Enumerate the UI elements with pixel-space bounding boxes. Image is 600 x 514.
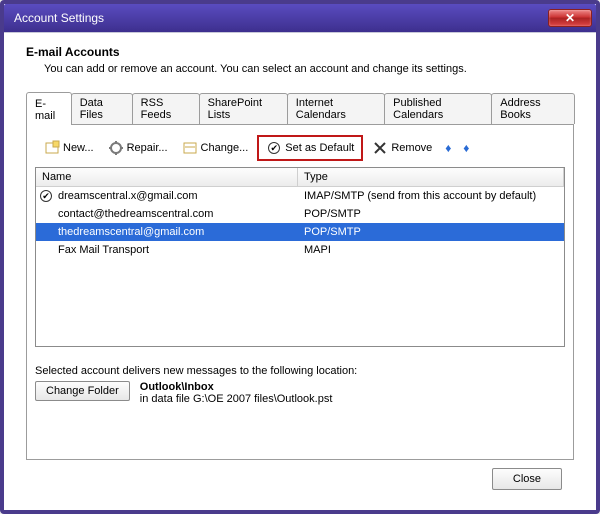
- remove-icon: [372, 140, 388, 156]
- change-label: Change...: [201, 142, 249, 154]
- delivery-label: Selected account delivers new messages t…: [35, 365, 565, 377]
- repair-label: Repair...: [127, 142, 168, 154]
- delivery-location-block: Outlook\Inbox in data file G:\OE 2007 fi…: [140, 381, 333, 405]
- window-title: Account Settings: [14, 11, 548, 25]
- change-icon: [182, 140, 198, 156]
- tab-panel-email: New... Repair... Change...: [26, 124, 574, 460]
- page-subtitle: You can add or remove an account. You ca…: [44, 63, 574, 75]
- window-close-button[interactable]: ✕: [548, 9, 592, 27]
- account-type: IMAP/SMTP (send from this account by def…: [298, 190, 564, 202]
- remove-button[interactable]: Remove: [367, 137, 437, 159]
- tab-address-books[interactable]: Address Books: [491, 93, 575, 124]
- set-default-label: Set as Default: [285, 142, 354, 154]
- tab-published-calendars[interactable]: Published Calendars: [384, 93, 492, 124]
- list-item[interactable]: contact@thedreamscentral.com POP/SMTP: [36, 205, 564, 223]
- account-type: POP/SMTP: [298, 226, 564, 238]
- toolbar: New... Repair... Change...: [35, 133, 565, 167]
- delivery-datafile: in data file G:\OE 2007 files\Outlook.ps…: [140, 393, 333, 405]
- account-name: contact@thedreamscentral.com: [56, 208, 298, 220]
- repair-button[interactable]: Repair...: [103, 137, 173, 159]
- close-button[interactable]: Close: [492, 468, 562, 490]
- tab-rss-feeds[interactable]: RSS Feeds: [132, 93, 200, 124]
- account-type: POP/SMTP: [298, 208, 564, 220]
- set-default-highlight: ✔ Set as Default: [257, 135, 363, 161]
- delivery-location: Outlook\Inbox: [140, 381, 333, 393]
- account-name: dreamscentral.x@gmail.com: [56, 190, 298, 202]
- list-header: Name Type: [36, 168, 564, 187]
- tab-data-files[interactable]: Data Files: [71, 93, 133, 124]
- account-settings-dialog: Account Settings ✕ E-mail Accounts You c…: [0, 0, 600, 514]
- account-type: MAPI: [298, 244, 564, 256]
- page-title: E-mail Accounts: [26, 45, 574, 59]
- titlebar: Account Settings ✕: [4, 4, 596, 32]
- tab-email[interactable]: E-mail: [26, 92, 72, 125]
- move-up-button[interactable]: ♦: [441, 141, 455, 155]
- list-item[interactable]: ✔ dreamscentral.x@gmail.com IMAP/SMTP (s…: [36, 187, 564, 205]
- change-button[interactable]: Change...: [177, 137, 254, 159]
- list-item[interactable]: Fax Mail Transport MAPI: [36, 241, 564, 259]
- accounts-list: Name Type ✔ dreamscentral.x@gmail.com IM…: [35, 167, 565, 347]
- new-icon: [44, 140, 60, 156]
- tab-internet-calendars[interactable]: Internet Calendars: [287, 93, 385, 124]
- check-circle-icon: ✔: [266, 140, 282, 156]
- new-label: New...: [63, 142, 94, 154]
- account-name: thedreamscentral@gmail.com: [56, 226, 298, 238]
- delivery-section: Selected account delivers new messages t…: [35, 365, 565, 405]
- close-icon: ✕: [565, 11, 575, 25]
- dialog-footer: Close: [26, 460, 574, 500]
- tabstrip: E-mail Data Files RSS Feeds SharePoint L…: [26, 91, 574, 124]
- tab-sharepoint-lists[interactable]: SharePoint Lists: [199, 93, 288, 124]
- default-check-icon: ✔: [36, 190, 56, 203]
- list-rows: ✔ dreamscentral.x@gmail.com IMAP/SMTP (s…: [36, 187, 564, 346]
- remove-label: Remove: [391, 142, 432, 154]
- list-item-selected[interactable]: thedreamscentral@gmail.com POP/SMTP: [36, 223, 564, 241]
- set-default-button[interactable]: ✔ Set as Default: [261, 137, 359, 159]
- dialog-body: E-mail Accounts You can add or remove an…: [4, 32, 596, 510]
- column-name[interactable]: Name: [36, 168, 298, 186]
- column-type[interactable]: Type: [298, 168, 564, 186]
- account-name: Fax Mail Transport: [56, 244, 298, 256]
- move-down-button[interactable]: ♦: [459, 141, 473, 155]
- change-folder-button[interactable]: Change Folder: [35, 381, 130, 401]
- repair-icon: [108, 140, 124, 156]
- new-button[interactable]: New...: [39, 137, 99, 159]
